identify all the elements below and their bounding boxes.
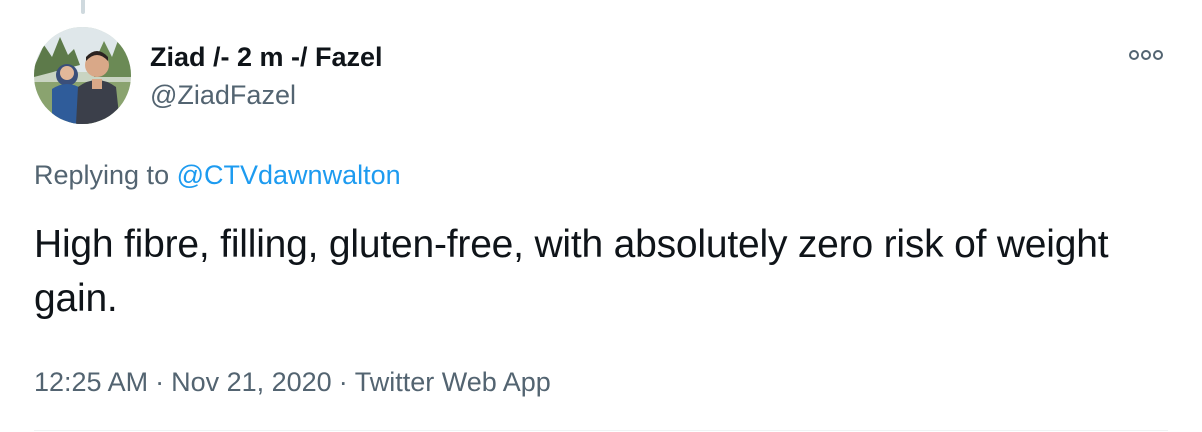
thread-connector-line (81, 0, 85, 14)
replying-to-link[interactable]: @CTVdawnwalton (177, 160, 401, 190)
more-options-icon (1129, 50, 1163, 60)
tweet-text: High fibre, filling, gluten-free, with a… (34, 223, 1109, 320)
divider (34, 430, 1168, 431)
tweet-source[interactable]: Twitter Web App (355, 364, 551, 400)
meta-separator: · (155, 367, 165, 397)
tweet-metadata: 12:25 AM · Nov 21, 2020 · Twitter Web App (34, 364, 551, 400)
replying-to-label: Replying to (34, 160, 170, 190)
tweet: Ziad /- 2 m -/ Fazel @ZiadFazel Replying… (0, 0, 1202, 432)
tweet-time[interactable]: 12:25 AM (34, 364, 148, 400)
author-handle[interactable]: @ZiadFazel (150, 78, 383, 112)
avatar-photo-icon (34, 27, 131, 124)
tweet-date[interactable]: Nov 21, 2020 (171, 364, 332, 400)
replying-to-line: Replying to @CTVdawnwalton (34, 157, 401, 193)
author-info[interactable]: Ziad /- 2 m -/ Fazel @ZiadFazel (150, 40, 383, 112)
more-options-button[interactable] (1124, 42, 1168, 68)
author-display-name[interactable]: Ziad /- 2 m -/ Fazel (150, 40, 383, 74)
avatar[interactable] (34, 27, 131, 124)
meta-separator: · (338, 367, 348, 397)
